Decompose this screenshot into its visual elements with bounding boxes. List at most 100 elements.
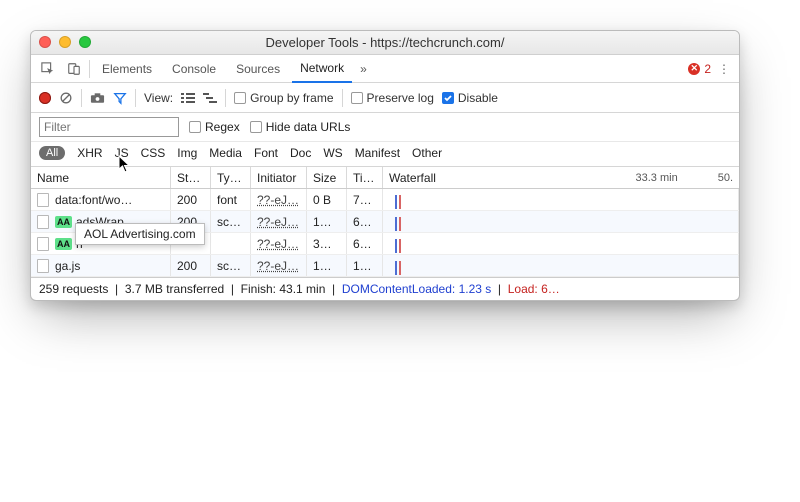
- network-table-header: Name St… Ty… Initiator Size Ti… Waterfal…: [31, 167, 739, 189]
- cell-size: 3…: [307, 233, 347, 254]
- hide-data-urls-label: Hide data URLs: [266, 120, 351, 134]
- type-filter-ws[interactable]: WS: [323, 146, 342, 160]
- table-row[interactable]: data:font/wo… 200 font ??-eJ… 0 B 7…: [31, 189, 739, 211]
- cell-waterfall: [383, 255, 739, 276]
- waterfall-label: Waterfall: [389, 171, 436, 185]
- device-toolbar-icon[interactable]: [63, 59, 85, 79]
- tab-sources[interactable]: Sources: [228, 55, 288, 83]
- file-icon: [37, 215, 49, 229]
- waterfall-view-icon[interactable]: [203, 92, 217, 104]
- error-count[interactable]: ✕ 2: [688, 62, 711, 76]
- settings-menu-icon[interactable]: ⋮: [715, 62, 733, 76]
- disable-cache-checkbox[interactable]: Disable: [442, 91, 498, 105]
- col-type[interactable]: Ty…: [211, 167, 251, 188]
- cell-name: data:font/wo…: [31, 189, 171, 210]
- cell-time: 1…: [347, 255, 383, 276]
- record-button[interactable]: [39, 92, 51, 104]
- col-waterfall[interactable]: Waterfall 33.3 min 50.: [383, 167, 739, 188]
- type-filter-manifest[interactable]: Manifest: [355, 146, 400, 160]
- filter-row: Regex Hide data URLs: [31, 113, 739, 142]
- tabs-overflow[interactable]: »: [356, 55, 371, 83]
- cell-size: 0 B: [307, 189, 347, 210]
- view-label: View:: [144, 91, 173, 105]
- cell-time: 6…: [347, 211, 383, 232]
- cell-time: 6…: [347, 233, 383, 254]
- preserve-log-label: Preserve log: [367, 91, 434, 105]
- cell-waterfall: [383, 189, 739, 210]
- col-time[interactable]: Ti…: [347, 167, 383, 188]
- type-filter-font[interactable]: Font: [254, 146, 278, 160]
- regex-checkbox[interactable]: Regex: [189, 120, 240, 134]
- type-filter-all[interactable]: All: [39, 146, 65, 160]
- preserve-log-checkbox[interactable]: Preserve log: [351, 91, 434, 105]
- panel-tabs: Elements Console Sources Network » ✕ 2 ⋮: [31, 55, 739, 83]
- file-icon: [37, 259, 49, 273]
- error-count-value: 2: [704, 62, 711, 76]
- regex-label: Regex: [205, 120, 240, 134]
- type-filter-js[interactable]: JS: [115, 146, 129, 160]
- tab-network[interactable]: Network: [292, 55, 352, 83]
- separator: [89, 60, 90, 78]
- status-finish: Finish: 43.1 min: [241, 282, 326, 296]
- cell-type: [211, 233, 251, 254]
- cell-initiator[interactable]: ??-eJ…: [251, 211, 307, 232]
- maximize-window-button[interactable]: [79, 36, 91, 48]
- window-title: Developer Tools - https://techcrunch.com…: [31, 35, 739, 50]
- status-requests: 259 requests: [39, 282, 108, 296]
- titlebar: Developer Tools - https://techcrunch.com…: [31, 31, 739, 55]
- tab-console[interactable]: Console: [164, 55, 224, 83]
- cell-name: ga.js: [31, 255, 171, 276]
- close-window-button[interactable]: [39, 36, 51, 48]
- cell-type: sc…: [211, 211, 251, 232]
- checkbox-icon: [351, 92, 363, 104]
- ad-badge: AA: [55, 238, 72, 250]
- error-icon: ✕: [688, 63, 700, 75]
- type-filter-xhr[interactable]: XHR: [77, 146, 102, 160]
- col-initiator[interactable]: Initiator: [251, 167, 307, 188]
- filter-input[interactable]: [39, 117, 179, 137]
- cell-status: 200: [171, 189, 211, 210]
- table-row[interactable]: ga.js 200 sc… ??-eJ… 1… 1…: [31, 255, 739, 277]
- col-status[interactable]: St…: [171, 167, 211, 188]
- col-name[interactable]: Name: [31, 167, 171, 188]
- cell-initiator[interactable]: ??-eJ…: [251, 189, 307, 210]
- cell-initiator[interactable]: ??-eJ…: [251, 233, 307, 254]
- resource-type-filters: All XHR JS CSS Img Media Font Doc WS Man…: [31, 142, 739, 167]
- group-by-frame-label: Group by frame: [250, 91, 333, 105]
- type-filter-other[interactable]: Other: [412, 146, 442, 160]
- status-bar: 259 requests | 3.7 MB transferred | Fini…: [31, 277, 739, 300]
- waterfall-tick: 33.3 min: [636, 172, 678, 184]
- tab-elements[interactable]: Elements: [94, 55, 160, 83]
- minimize-window-button[interactable]: [59, 36, 71, 48]
- cell-size: 1…: [307, 211, 347, 232]
- window-controls: [39, 36, 91, 48]
- hide-data-urls-checkbox[interactable]: Hide data URLs: [250, 120, 351, 134]
- cell-type: sc…: [211, 255, 251, 276]
- cell-type: font: [211, 189, 251, 210]
- cell-size: 1…: [307, 255, 347, 276]
- separator: [342, 89, 343, 107]
- cell-waterfall: [383, 211, 739, 232]
- separator: [135, 89, 136, 107]
- cell-waterfall: [383, 233, 739, 254]
- large-rows-icon[interactable]: [181, 92, 195, 104]
- checkbox-icon: [189, 121, 201, 133]
- capture-screenshots-icon[interactable]: [90, 92, 105, 104]
- group-by-frame-checkbox[interactable]: Group by frame: [234, 91, 333, 105]
- type-filter-media[interactable]: Media: [209, 146, 242, 160]
- checkbox-icon: [442, 92, 454, 104]
- status-transferred: 3.7 MB transferred: [125, 282, 224, 296]
- cell-status: 200: [171, 255, 211, 276]
- type-filter-img[interactable]: Img: [177, 146, 197, 160]
- clear-button[interactable]: [59, 91, 73, 105]
- inspect-element-icon[interactable]: [37, 59, 59, 79]
- filter-toggle-icon[interactable]: [113, 91, 127, 105]
- type-filter-doc[interactable]: Doc: [290, 146, 311, 160]
- type-filter-css[interactable]: CSS: [141, 146, 166, 160]
- cell-initiator[interactable]: ??-eJ…: [251, 255, 307, 276]
- file-icon: [37, 193, 49, 207]
- status-domcontentloaded: DOMContentLoaded: 1.23 s: [342, 282, 491, 296]
- col-size[interactable]: Size: [307, 167, 347, 188]
- disable-cache-label: Disable: [458, 91, 498, 105]
- cell-time: 7…: [347, 189, 383, 210]
